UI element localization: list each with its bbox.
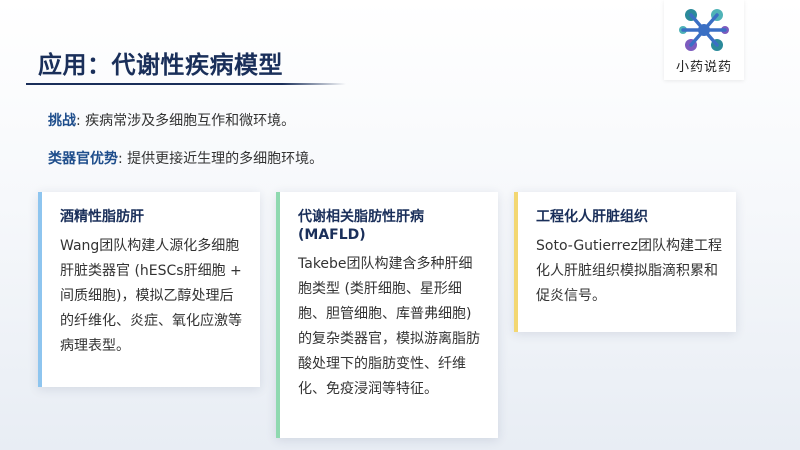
logo: 小药说药 (664, 0, 744, 80)
challenge-point: 挑战: 疾病常涉及多细胞互作和微环境。 (48, 110, 295, 130)
card-mafld: 代谢相关脂肪性肝病 (MAFLD) Takebe团队构建含多种肝细胞类型 (类肝… (276, 192, 498, 438)
card-title: 酒精性脂肪肝 (60, 209, 144, 225)
molecule-logo-icon (679, 9, 729, 51)
card-engineered-liver-tissue: 工程化人肝脏组织 Soto-Gutierrez团队构建工程化人肝脏组织模拟脂滴积… (514, 192, 736, 332)
card-title: 代谢相关脂肪性肝病 (MAFLD) (298, 209, 424, 243)
card-body: Wang团队构建人源化多细胞肝脏类器官 (hESCs肝细胞 + 间质细胞)，模拟… (60, 238, 242, 354)
card-alcoholic-fatty-liver: 酒精性脂肪肝 Wang团队构建人源化多细胞肝脏类器官 (hESCs肝细胞 + 间… (38, 192, 260, 387)
logo-text: 小药说药 (675, 60, 732, 75)
card-body: Soto-Gutierrez团队构建工程化人肝脏组织模拟脂滴积累和促炎信号。 (536, 238, 722, 304)
challenge-text: : 疾病常涉及多细胞互作和微环境。 (76, 113, 296, 129)
organoid-advantage-point: 类器官优势: 提供更接近生理的多细胞环境。 (48, 148, 323, 168)
slide-title: 应用：代谢性疾病模型 (38, 51, 283, 79)
card-body: Takebe团队构建含多种肝细胞类型 (类肝细胞、星形细胞、胆管细胞、库普弗细胞… (298, 256, 480, 397)
organoid-advantage-text: : 提供更接近生理的多细胞环境。 (118, 151, 324, 167)
challenge-label: 挑战 (48, 113, 76, 129)
title-underline (26, 83, 346, 85)
card-title: 工程化人肝脏组织 (536, 209, 648, 225)
organoid-advantage-label: 类器官优势 (48, 151, 118, 167)
